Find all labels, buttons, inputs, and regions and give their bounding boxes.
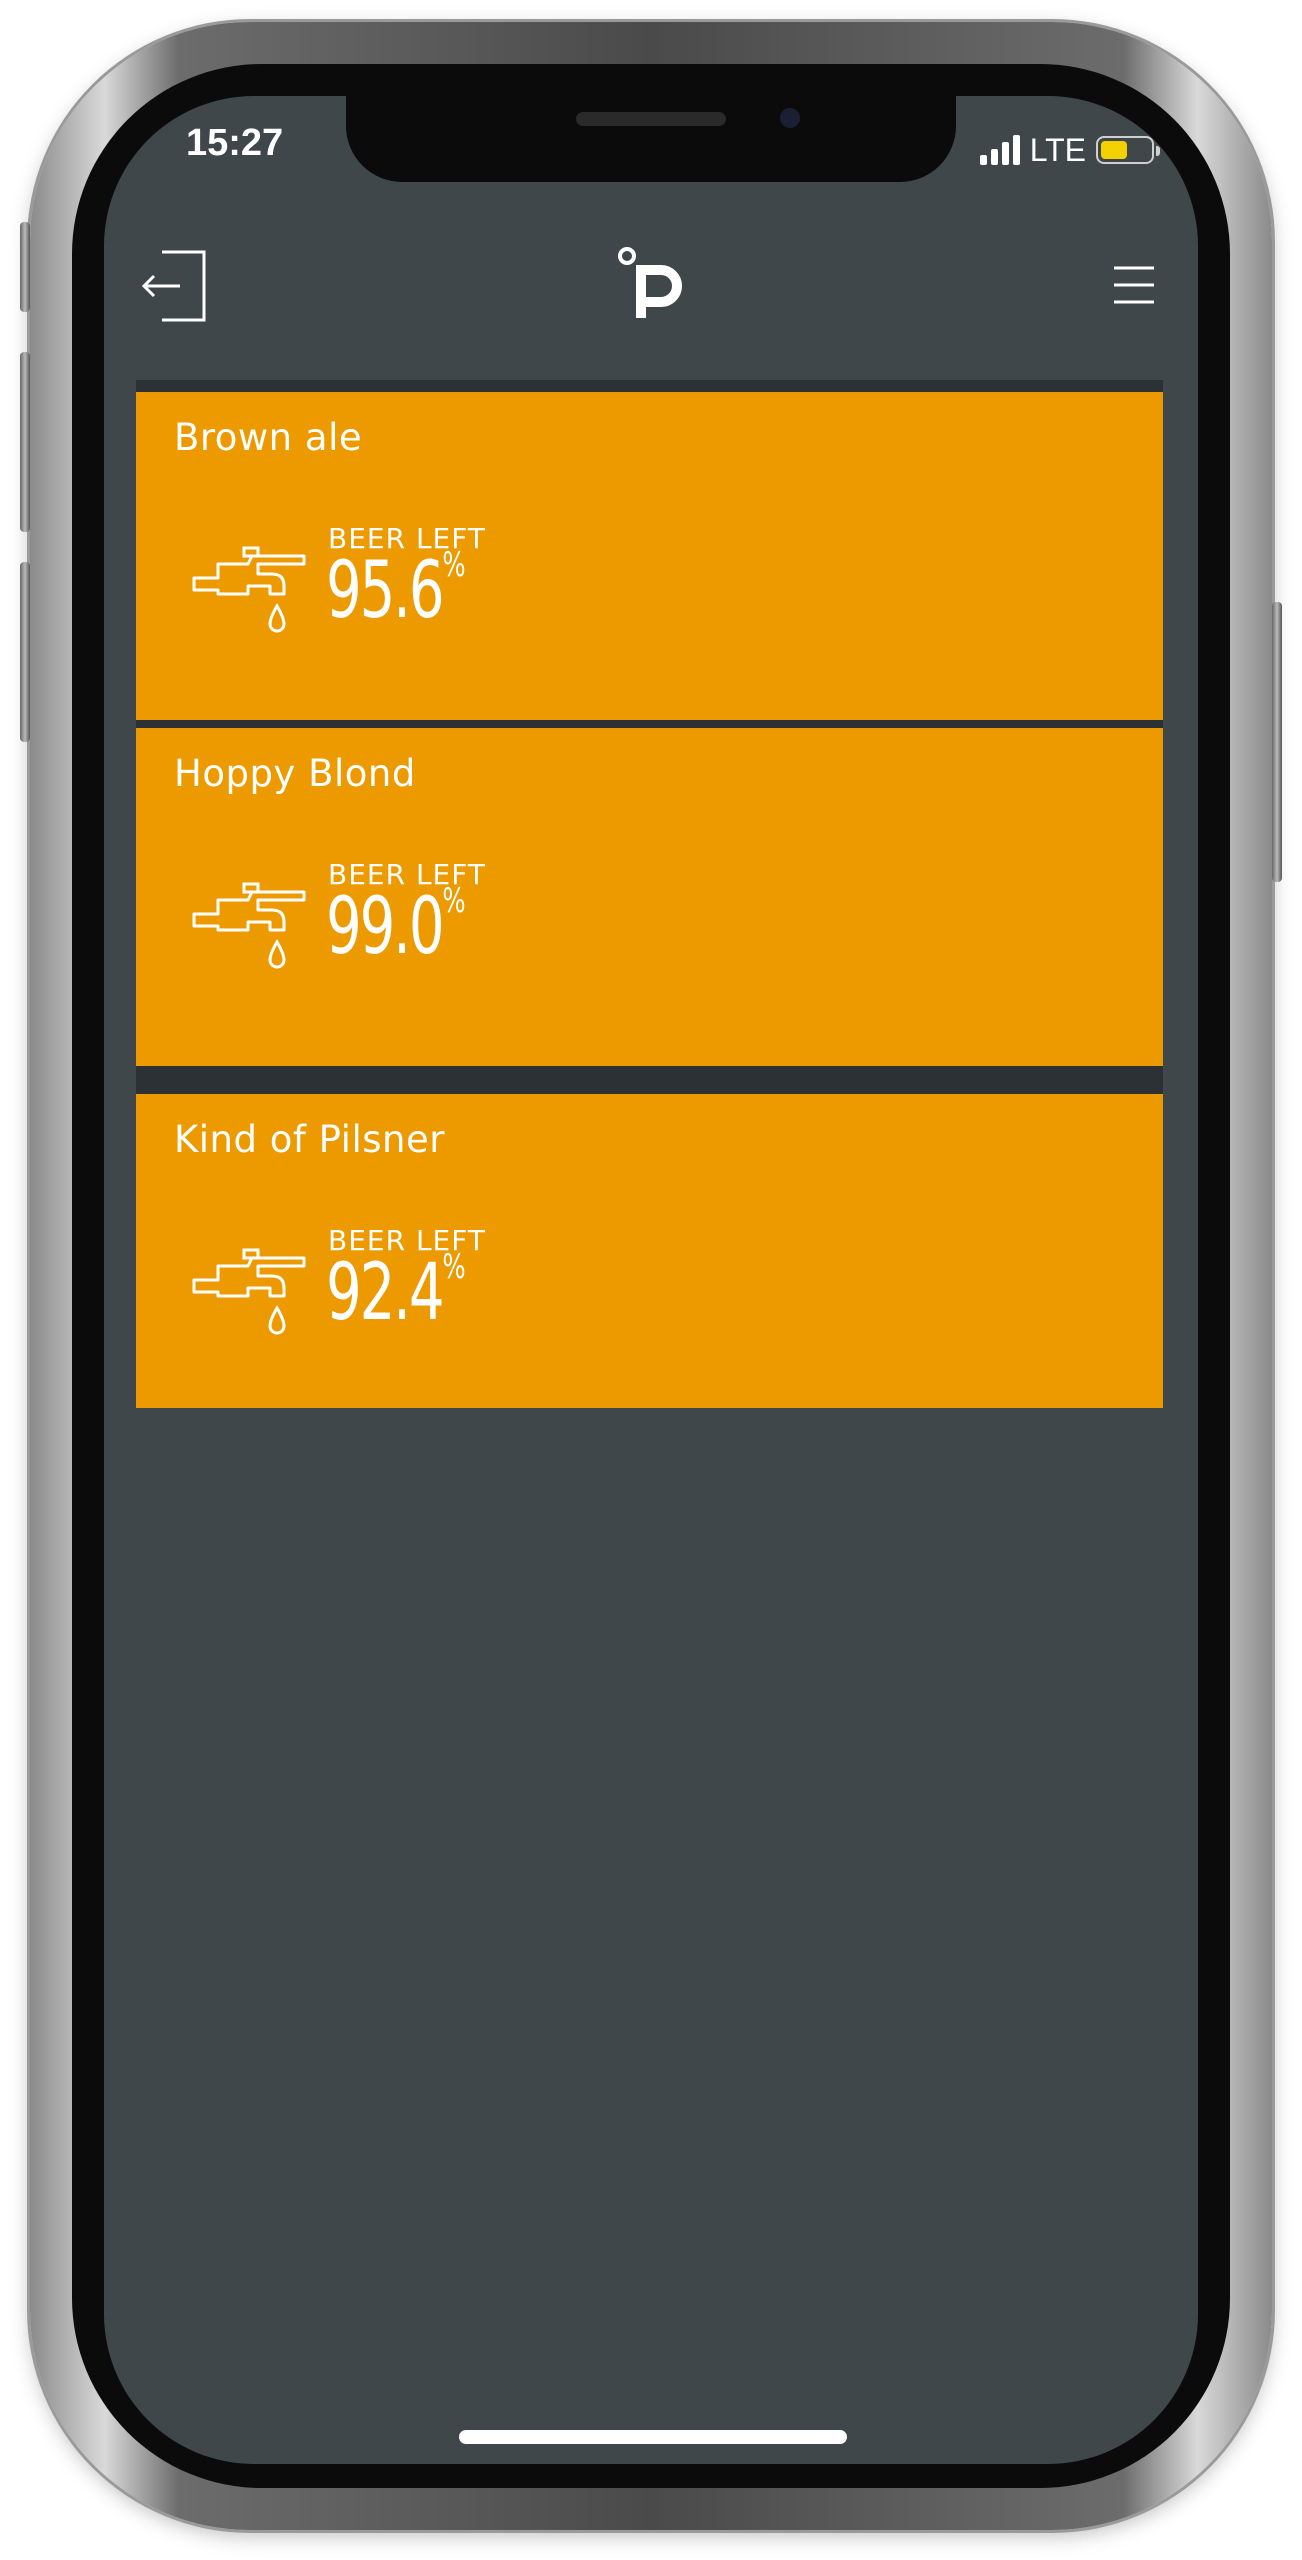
beer-left-value: 92.4% (326, 1247, 466, 1338)
front-camera (780, 108, 800, 128)
mute-switch (20, 222, 30, 312)
beer-tap-icon (192, 1248, 306, 1335)
tap-list: Brown ale BEER LEFT 95.6% Hoppy Blond BE… (136, 380, 1163, 1408)
beer-left-value: 99.0% (326, 881, 466, 972)
tap-name: Kind of Pilsner (174, 1118, 445, 1161)
home-indicator[interactable] (459, 2430, 847, 2444)
volume-down-button (20, 562, 30, 742)
tap-name: Brown ale (174, 416, 363, 459)
tap-card-wrapper: Brown ale BEER LEFT 95.6% (136, 380, 1163, 720)
logout-icon (141, 250, 206, 322)
logout-button[interactable] (140, 246, 212, 326)
tap-card[interactable]: Hoppy Blond BEER LEFT 99.0% (136, 728, 1163, 1066)
network-type: LTE (1029, 131, 1086, 168)
tap-card-wrapper: Kind of Pilsner BEER LEFT 92.4% (136, 1066, 1163, 1408)
tap-card-wrapper: Hoppy Blond BEER LEFT 99.0% (136, 720, 1163, 1066)
signal-icon (979, 135, 1020, 165)
status-time: 15:27 (186, 122, 284, 164)
battery-level (1101, 141, 1127, 159)
status-indicators: LTE (979, 130, 1160, 170)
battery-icon (1096, 136, 1160, 164)
speaker-grille (576, 112, 726, 126)
tap-name: Hoppy Blond (174, 752, 416, 795)
notch (346, 96, 956, 182)
app-screen: 15:27 LTE Brown ale BEER LEFT 95.6% Hopp… (104, 96, 1198, 2464)
beer-tap-icon (192, 882, 306, 969)
beer-tap-icon (192, 546, 306, 633)
volume-up-button (20, 352, 30, 532)
app-logo-icon (618, 247, 682, 318)
power-button (1272, 602, 1282, 882)
beer-left-value: 95.6% (326, 545, 466, 636)
app-header (104, 236, 1198, 336)
menu-button[interactable] (1112, 258, 1156, 312)
tap-card[interactable]: Brown ale BEER LEFT 95.6% (136, 392, 1163, 720)
tap-card[interactable]: Kind of Pilsner BEER LEFT 92.4% (136, 1094, 1163, 1408)
hamburger-menu-icon (1114, 266, 1154, 304)
app-logo (617, 246, 689, 326)
